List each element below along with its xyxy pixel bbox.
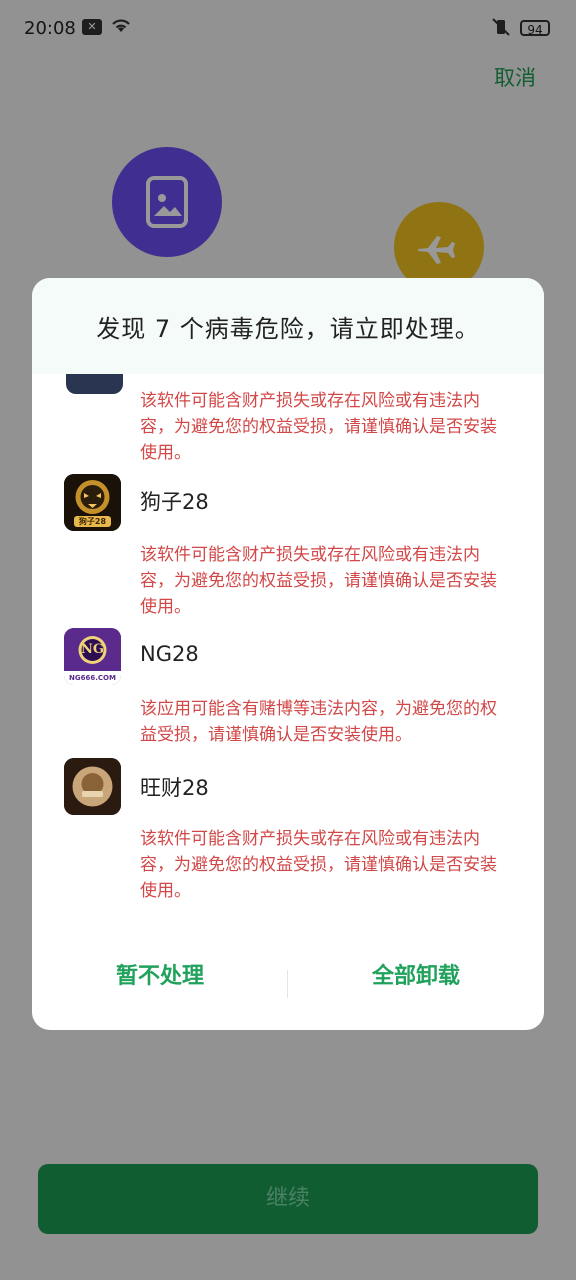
app-name: 旺财28 [140,776,209,800]
ng-icon-subtext: NG666.COM [69,674,116,682]
tiger-icon-text: 狗子28 [78,517,107,526]
dialog-header: 发现 7 个病毒危险，请立即处理。 [32,278,544,374]
ignore-button[interactable]: 暂不处理 [32,958,288,990]
app-name: 狗子28 [140,490,209,514]
app-name: NG28 [140,642,199,666]
uninstall-all-button[interactable]: 全部卸载 [288,958,544,990]
threat-list[interactable]: 该软件可能含财产损失或存在风险或有违法内容，为避免您的权益受损，请谨慎确认是否安… [32,374,544,934]
tiger-app-icon: 狗子28 [64,474,121,531]
wangcai-app-icon [64,758,121,815]
threat-warning: 该软件可能含财产损失或存在风险或有违法内容，为避免您的权益受损，请谨慎确认是否安… [140,391,497,463]
threat-warning: 该软件可能含财产损失或存在风险或有违法内容，为避免您的权益受损，请谨慎确认是否安… [140,829,497,901]
threat-warning: 该应用可能含有赌博等违法内容，为避免您的权益受损，请谨慎确认是否安装使用。 [140,699,497,745]
virus-alert-dialog: 发现 7 个病毒危险，请立即处理。 该软件可能含财产损失或存在风险或有违法内容，… [32,278,544,1030]
threat-warning: 该软件可能含财产损失或存在风险或有违法内容，为避免您的权益受损，请谨慎确认是否安… [140,545,497,617]
dialog-actions: 暂不处理 全部卸载 [32,934,544,1030]
app-icon [66,374,123,394]
ng-app-icon: NG NG666.COM [64,628,121,685]
ng-icon-text: NG [81,642,104,657]
dialog-title: 发现 7 个病毒危险，请立即处理。 [96,314,480,343]
